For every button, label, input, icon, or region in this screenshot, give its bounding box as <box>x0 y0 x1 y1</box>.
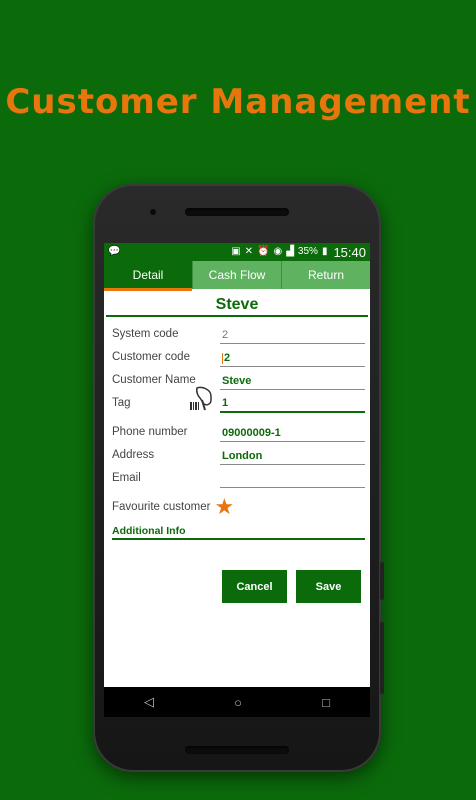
battery-icon: ▮ <box>321 246 328 257</box>
customer-code-row: Customer code 2 <box>112 344 365 367</box>
action-bar: Cancel Save <box>112 570 365 603</box>
customer-code-value: 2 <box>224 352 231 364</box>
favourite-row: Favourite customer ★ <box>112 492 365 522</box>
save-button[interactable]: Save <box>296 570 361 603</box>
phone-label: Phone number <box>112 426 188 438</box>
email-label: Email <box>112 472 141 484</box>
front-camera <box>150 209 156 215</box>
phone-frame: 💬 ▣ ✕ ⏰ ◉ ▟ 35% ▮ 15:40 Detail Cash Flow… <box>93 184 384 772</box>
tag-row: Tag 1 <box>112 386 365 413</box>
promo-title: Customer Management <box>5 82 471 122</box>
tab-return[interactable]: Return <box>281 261 370 289</box>
additional-info-header[interactable]: Additional Info <box>112 525 365 540</box>
phone-row: Phone number 09000009-1 <box>112 419 365 442</box>
home-icon[interactable]: ○ <box>234 695 242 710</box>
customer-code-label: Customer code <box>112 351 190 363</box>
address-field[interactable]: London <box>220 447 365 465</box>
navigation-bar: ◁ ○ □ <box>104 687 370 717</box>
customer-form: System code 2 Customer code 2 Customer N… <box>104 317 370 603</box>
system-code-field[interactable]: 2 <box>220 326 365 344</box>
tab-detail[interactable]: Detail <box>104 261 192 291</box>
clock: 15:40 <box>333 244 366 260</box>
wifi-icon: ◉ <box>273 246 283 257</box>
customer-name-field[interactable]: Steve <box>220 372 365 390</box>
address-row: Address London <box>112 442 365 465</box>
phone-field[interactable]: 09000009-1 <box>220 424 365 442</box>
text-cursor <box>222 353 223 364</box>
alarm-icon: ⏰ <box>257 246 270 257</box>
status-bar: 💬 ▣ ✕ ⏰ ◉ ▟ 35% ▮ 15:40 <box>104 243 370 261</box>
email-field[interactable] <box>220 470 365 488</box>
recents-icon[interactable]: □ <box>322 695 330 710</box>
customer-title: Steve <box>106 291 368 317</box>
nfc-icon: ▣ <box>231 246 241 257</box>
battery-level: 35% <box>297 246 318 257</box>
power-button <box>380 562 384 600</box>
bottom-speaker <box>185 746 289 754</box>
system-code-row: System code 2 <box>112 321 365 344</box>
chat-notification-icon: 💬 <box>108 246 121 257</box>
mute-icon: ✕ <box>244 246 254 257</box>
tab-bar: Detail Cash Flow Return <box>104 261 370 291</box>
earpiece-speaker <box>185 208 289 216</box>
barcode-scanner-icon[interactable] <box>189 384 215 412</box>
system-code-label: System code <box>112 328 179 340</box>
email-row: Email <box>112 465 365 488</box>
signal-icon: ▟ <box>286 246 294 257</box>
cancel-button[interactable]: Cancel <box>222 570 287 603</box>
app-screen: 💬 ▣ ✕ ⏰ ◉ ▟ 35% ▮ 15:40 Detail Cash Flow… <box>104 243 370 717</box>
favourite-label: Favourite customer <box>112 501 211 513</box>
address-label: Address <box>112 449 155 461</box>
tab-cash-flow[interactable]: Cash Flow <box>192 261 281 289</box>
volume-button <box>380 622 384 694</box>
customer-code-field[interactable]: 2 <box>220 349 365 367</box>
back-icon[interactable]: ◁ <box>144 694 154 710</box>
customer-name-row: Customer Name Steve <box>112 367 365 390</box>
tag-field[interactable]: 1 <box>220 395 365 413</box>
star-icon[interactable]: ★ <box>214 496 234 518</box>
